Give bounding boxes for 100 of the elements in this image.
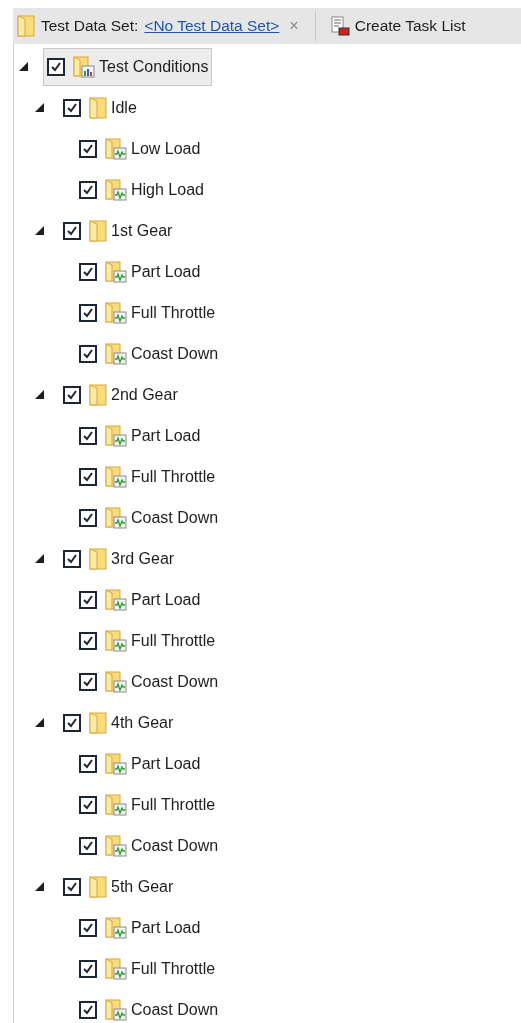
tree-item-label[interactable]: 3rd Gear	[111, 549, 175, 568]
checkmark-icon	[83, 840, 93, 851]
folder-icon	[89, 96, 107, 119]
checkbox[interactable]	[79, 508, 97, 527]
tree-item-label[interactable]: 1st Gear	[111, 221, 173, 240]
checkmark-icon	[83, 266, 93, 277]
tree-item-label[interactable]: Test Conditions	[99, 57, 209, 76]
task-list-icon	[329, 16, 350, 36]
checkbox[interactable]	[79, 139, 97, 158]
expanded-arrow-icon[interactable]	[34, 103, 44, 112]
checkbox[interactable]	[79, 754, 97, 773]
folder-chart-icon	[105, 957, 127, 980]
folder-chart-icon	[105, 793, 127, 816]
checkmark-icon	[67, 102, 77, 113]
tree-item-label[interactable]: Part Load	[131, 426, 201, 445]
folder-bar-chart-icon	[73, 55, 95, 78]
tree-item-label[interactable]: Low Load	[131, 139, 201, 158]
checkmark-icon	[83, 307, 93, 318]
checkmark-icon	[83, 143, 93, 154]
data-set-label: Test Data Set:	[41, 17, 139, 35]
checkbox[interactable]	[79, 344, 97, 363]
checkmark-icon	[83, 758, 93, 769]
checkbox[interactable]	[63, 549, 81, 568]
checkbox[interactable]	[79, 180, 97, 199]
tree-item-label[interactable]: Full Throttle	[131, 631, 216, 650]
checkbox[interactable]	[79, 426, 97, 445]
folder-chart-icon	[105, 178, 127, 201]
checkmark-icon	[67, 389, 77, 400]
folder-chart-icon	[105, 588, 127, 611]
folder-chart-icon	[105, 301, 127, 324]
checkmark-icon	[83, 512, 93, 523]
folder-chart-icon	[105, 506, 127, 529]
data-set-link[interactable]: <No Test Data Set>	[144, 17, 280, 35]
checkmark-icon	[67, 881, 77, 892]
checkmark-icon	[83, 348, 93, 359]
tree-item-label[interactable]: Idle	[111, 98, 137, 117]
checkbox[interactable]	[79, 590, 97, 609]
checkbox[interactable]	[79, 795, 97, 814]
checkbox[interactable]	[79, 1000, 97, 1019]
expanded-arrow-icon[interactable]	[34, 390, 44, 399]
checkbox[interactable]	[79, 672, 97, 691]
expanded-arrow-icon[interactable]	[34, 882, 44, 891]
tree-item-label[interactable]: Coast Down	[131, 1000, 219, 1019]
tree-item-label[interactable]: 4th Gear	[111, 713, 174, 732]
expanded-arrow-icon[interactable]	[34, 554, 44, 563]
checkmark-icon	[83, 430, 93, 441]
folder-chart-icon	[105, 998, 127, 1021]
folder-chart-icon	[105, 260, 127, 283]
folder-chart-icon	[105, 342, 127, 365]
checkmark-icon	[83, 594, 93, 605]
create-task-list-button[interactable]: Create Task List	[327, 16, 468, 36]
tree-item-label[interactable]: Part Load	[131, 918, 201, 937]
checkbox[interactable]	[79, 467, 97, 486]
tree-item-label[interactable]: Coast Down	[131, 508, 219, 527]
expanded-arrow-icon[interactable]	[34, 226, 44, 235]
tree-item-label[interactable]: Coast Down	[131, 836, 219, 855]
checkmark-icon	[83, 1004, 93, 1015]
tree-item-label[interactable]: Part Load	[131, 590, 201, 609]
tree-item-label[interactable]: Full Throttle	[131, 303, 216, 322]
tree-item-label[interactable]: Coast Down	[131, 672, 219, 691]
checkmark-icon	[51, 61, 61, 72]
checkbox[interactable]	[63, 98, 81, 117]
tree-item-label[interactable]: High Load	[131, 180, 204, 199]
checkmark-icon	[67, 717, 77, 728]
checkmark-icon	[83, 963, 93, 974]
folder-icon	[89, 219, 107, 242]
checkmark-icon	[83, 471, 93, 482]
checkmark-icon	[83, 635, 93, 646]
selected-tree-item[interactable]: Test Conditions	[43, 47, 213, 86]
folder-icon	[89, 383, 107, 406]
folder-chart-icon	[105, 752, 127, 775]
checkbox[interactable]	[79, 631, 97, 650]
tree-item-label[interactable]: Full Throttle	[131, 467, 216, 486]
tree-item-label[interactable]: 5th Gear	[111, 877, 174, 896]
checkbox[interactable]	[79, 836, 97, 855]
folder-chart-icon	[105, 629, 127, 652]
folder-chart-icon	[105, 465, 127, 488]
expanded-arrow-icon[interactable]	[18, 62, 28, 71]
checkbox[interactable]	[63, 877, 81, 896]
tree-item-label[interactable]: Part Load	[131, 754, 201, 773]
checkbox[interactable]	[63, 713, 81, 732]
checkbox[interactable]	[63, 221, 81, 240]
tree-item-label[interactable]: Coast Down	[131, 344, 219, 363]
tree-item-label[interactable]: Full Throttle	[131, 795, 216, 814]
folder-icon	[89, 875, 107, 898]
checkbox[interactable]	[79, 918, 97, 937]
checkbox[interactable]	[79, 262, 97, 281]
checkbox[interactable]	[47, 57, 65, 76]
folder-chart-icon	[105, 834, 127, 857]
checkmark-icon	[67, 225, 77, 236]
expanded-arrow-icon[interactable]	[34, 718, 44, 727]
tree-item-label[interactable]: Part Load	[131, 262, 201, 281]
checkbox[interactable]	[79, 303, 97, 322]
tree-item-label[interactable]: Full Throttle	[131, 959, 216, 978]
folder-chart-icon	[105, 670, 127, 693]
checkmark-icon	[83, 922, 93, 933]
checkbox[interactable]	[79, 959, 97, 978]
checkbox[interactable]	[63, 385, 81, 404]
tree-item-label[interactable]: 2nd Gear	[111, 385, 178, 404]
checkmark-icon	[83, 799, 93, 810]
